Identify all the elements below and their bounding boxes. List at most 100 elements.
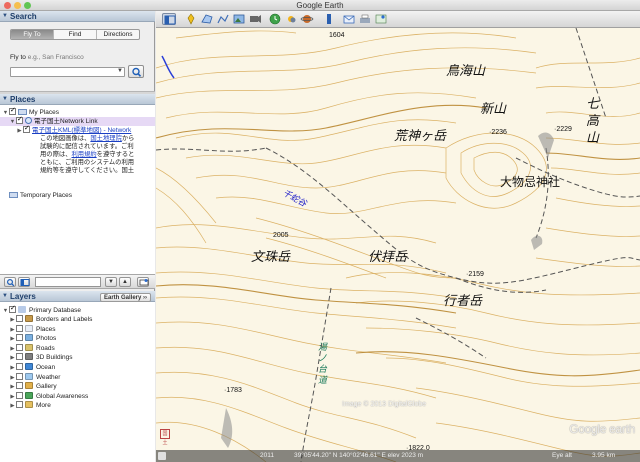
desc-text: 用の際は、 — [40, 151, 72, 158]
layer-item[interactable]: ▶ Ocean — [9, 363, 55, 372]
fly-to-input[interactable]: ▼ — [10, 67, 125, 77]
tab-fly-to[interactable]: Fly To — [11, 30, 54, 39]
sunlight-button[interactable] — [284, 13, 298, 25]
collapse-triangle-icon: ▼ — [2, 13, 8, 19]
layer-item[interactable]: ▶ More — [9, 401, 51, 410]
fly-to-example: e.g., San Francisco — [27, 54, 84, 61]
record-tour-button[interactable] — [248, 13, 262, 25]
places-panel: ▼ Places ▼My Places ▼ 電子国土Network Link ▶ 電… — [0, 94, 155, 274]
layer-item[interactable]: ▶ Roads — [9, 343, 55, 353]
tree-item-primary-database[interactable]: ▼ Primary Database — [2, 304, 81, 316]
checkbox[interactable] — [16, 372, 23, 380]
kml-link[interactable]: 電子国土KML(標準地図) - Network — [32, 127, 131, 134]
magnifier-icon — [6, 278, 15, 287]
tree-item-kml[interactable]: ▶ 電子国土KML(標準地図) - Network — [16, 124, 131, 136]
search-header-label: Search — [10, 12, 37, 21]
email-icon — [343, 15, 355, 24]
expand-triangle-icon[interactable]: ▼ — [2, 307, 9, 316]
label-shichikozan: 七高山 — [586, 97, 600, 146]
tree-item-label: 電子国土Network Link — [34, 118, 98, 125]
layer-item[interactable]: ▶ Borders and Labels — [9, 315, 92, 324]
gsi-link[interactable]: 国土地理院 — [90, 135, 121, 142]
layer-label: 3D Buildings — [36, 354, 73, 362]
add-path-button[interactable] — [216, 13, 230, 25]
email-button[interactable] — [342, 13, 356, 25]
topographic-map[interactable] — [156, 28, 640, 462]
image-overlay-icon — [233, 14, 245, 24]
layer-item[interactable]: ▶ Weather — [9, 372, 60, 382]
checkbox[interactable] — [16, 334, 23, 342]
close-window-button[interactable] — [4, 2, 11, 9]
add-placemark-button[interactable] — [184, 13, 198, 25]
search-button[interactable] — [128, 65, 144, 78]
database-icon — [18, 306, 26, 313]
desc-text: を遵守すると — [96, 151, 135, 158]
checkbox[interactable] — [23, 124, 30, 133]
elevation-label: 2005 — [273, 232, 289, 239]
print-button[interactable] — [358, 13, 372, 25]
checkbox[interactable] — [16, 353, 23, 361]
timeline-icon[interactable] — [158, 452, 166, 460]
sidebar-toggle-button[interactable] — [18, 277, 30, 287]
weather-icon — [25, 372, 33, 380]
layer-label: More — [36, 402, 51, 410]
checkbox[interactable] — [16, 363, 23, 370]
expand-triangle-icon[interactable]: ▶ — [9, 402, 16, 411]
layer-item[interactable]: ▶ 3D Buildings — [9, 353, 73, 362]
places-panel-header[interactable]: ▼ Places — [0, 94, 155, 105]
tree-item-my-places[interactable]: ▼My Places — [2, 106, 59, 117]
tab-directions[interactable]: Directions — [97, 30, 139, 39]
borders-icon — [25, 315, 33, 322]
expand-triangle-icon[interactable]: ▼ — [9, 118, 16, 127]
move-up-button[interactable]: ▲ — [119, 277, 131, 287]
search-panel-header[interactable]: ▼ Search — [0, 11, 155, 22]
dropdown-arrow-icon[interactable]: ▼ — [117, 68, 123, 74]
polygon-icon — [201, 14, 213, 24]
switch-planet-button[interactable] — [300, 13, 314, 25]
layer-item[interactable]: ▶ Places — [9, 324, 56, 334]
status-bar: 2011 39°05'44.20" N 140°02'46.61" E elev… — [156, 450, 640, 462]
checkbox[interactable] — [16, 315, 23, 322]
minimize-window-button[interactable] — [14, 2, 21, 9]
checkbox[interactable] — [9, 304, 16, 313]
checkbox[interactable] — [9, 106, 16, 115]
places-toolbar: ▼ ▲ — [0, 274, 155, 289]
ruler-button[interactable] — [322, 13, 336, 25]
search-places-button[interactable] — [4, 277, 16, 287]
magnifier-icon — [132, 67, 142, 77]
map-view-icon — [139, 279, 149, 286]
checkbox[interactable] — [16, 324, 23, 332]
clock-icon — [269, 13, 281, 25]
photos-icon — [25, 334, 33, 342]
add-polygon-button[interactable] — [200, 13, 214, 25]
layer-item[interactable]: ▶ Global Awareness — [9, 391, 88, 401]
historical-imagery-button[interactable] — [268, 13, 282, 25]
gsi-stamp: 国土 — [160, 429, 170, 446]
map-view[interactable]: 鳥海山 新山 七高山 荒神ヶ岳 大物忌神社 千蛇谷 文珠岳 伏拝岳 行者岳 湯ノ… — [156, 28, 640, 462]
main-toolbar — [156, 11, 640, 28]
view-in-maps-button[interactable] — [374, 13, 388, 25]
placemark-icon — [187, 13, 195, 25]
expand-triangle-icon[interactable]: ▶ — [16, 127, 23, 136]
tree-item-temporary-places[interactable]: Temporary Places — [9, 191, 72, 200]
add-overlay-button[interactable] — [232, 13, 246, 25]
terms-link[interactable]: 利用規約 — [71, 151, 96, 158]
desc-text: 規約等を遵守してください。国土 — [40, 167, 135, 174]
checkbox[interactable] — [16, 391, 23, 399]
places-filter-input[interactable] — [35, 277, 101, 287]
zoom-window-button[interactable] — [24, 2, 31, 9]
layers-panel-header[interactable]: ▼ Layers Earth Gallery ›› — [0, 291, 155, 302]
layer-item[interactable]: ▶ Gallery — [9, 382, 57, 391]
layer-item[interactable]: ▶ Photos — [9, 334, 56, 343]
view-in-map-button[interactable] — [137, 277, 149, 287]
tree-item-label: Temporary Places — [20, 192, 73, 199]
print-icon — [360, 14, 370, 23]
move-down-button[interactable]: ▼ — [105, 277, 117, 287]
checkbox[interactable] — [16, 382, 23, 390]
sidebar-button[interactable] — [162, 13, 176, 25]
tab-find-businesses[interactable]: Find Businesses — [54, 30, 97, 39]
earth-gallery-button[interactable]: Earth Gallery ›› — [99, 293, 151, 302]
checkbox[interactable] — [16, 401, 23, 409]
checkbox[interactable] — [16, 115, 23, 124]
checkbox[interactable] — [16, 343, 23, 351]
